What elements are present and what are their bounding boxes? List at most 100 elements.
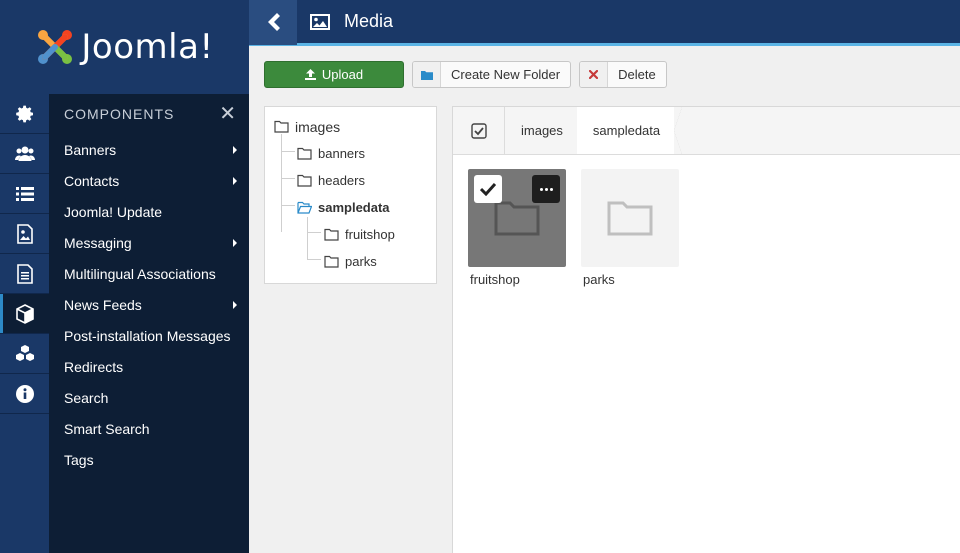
menu-item-label: Messaging	[64, 234, 132, 251]
rail-item-content[interactable]	[0, 254, 49, 294]
folder-icon	[274, 120, 289, 133]
header-bar: Media	[249, 0, 960, 46]
rail-item-components[interactable]	[0, 294, 49, 334]
menu-item-post-installation-messages[interactable]: Post-installation Messages	[49, 320, 249, 351]
caret-right-icon	[233, 300, 237, 309]
folder-tree: images banners headers sampledata fruits…	[264, 106, 437, 284]
image-icon	[310, 13, 330, 30]
media-browser: images sampledata fruitshop parks	[452, 106, 960, 553]
users-icon	[14, 146, 35, 161]
image-file-icon	[16, 223, 33, 244]
rail-item-extensions[interactable]	[0, 334, 49, 374]
gear-icon	[15, 105, 33, 122]
folder-tile-fruitshop[interactable]: fruitshop	[468, 169, 566, 287]
create-new-folder-button[interactable]: Create New Folder	[412, 61, 572, 88]
rail-item-menus[interactable]	[0, 174, 49, 214]
selected-check[interactable]	[474, 175, 502, 203]
close-icon[interactable]: ✕	[219, 104, 237, 124]
back-button[interactable]	[249, 0, 297, 45]
rail-item-system[interactable]	[0, 94, 49, 134]
icon-rail	[0, 94, 49, 553]
menu-item-label: Redirects	[64, 358, 124, 375]
delete-label: Delete	[618, 67, 656, 82]
menu-item-banners[interactable]: Banners	[49, 134, 249, 165]
menu-item-redirects[interactable]: Redirects	[49, 351, 249, 382]
folder-icon	[413, 62, 441, 87]
menu-item-label: Banners	[64, 141, 117, 158]
menu-item-label: Post-installation Messages	[64, 327, 231, 344]
page-title: Media	[344, 11, 394, 31]
menu-header: COMPONENTS ✕	[49, 94, 249, 134]
folder-icon	[324, 255, 339, 268]
folder-thumbnail[interactable]	[581, 169, 679, 267]
create-new-folder-label: Create New Folder	[451, 67, 561, 82]
tree-item-label: parks	[345, 254, 377, 269]
rail-item-media[interactable]	[0, 214, 49, 254]
breadcrumb-label: images	[521, 123, 563, 138]
ellipsis-icon	[544, 187, 548, 191]
toolbar: Upload Create New Folder Delete	[264, 61, 667, 88]
page-title-group: Media	[310, 11, 393, 32]
tree-item-images[interactable]: images	[265, 113, 436, 140]
tree-item-label: fruitshop	[345, 227, 395, 242]
menu-item-news-feeds[interactable]: News Feeds	[49, 289, 249, 320]
folder-open-icon	[297, 201, 312, 214]
menu-item-joomla-update[interactable]: Joomla! Update	[49, 196, 249, 227]
tree-item-label: sampledata	[318, 200, 390, 215]
tree-item-headers[interactable]: headers	[265, 167, 436, 194]
tree-item-banners[interactable]: banners	[265, 140, 436, 167]
breadcrumb-item-images[interactable]: images	[505, 107, 585, 154]
tree-item-label: banners	[318, 146, 365, 161]
folder-name: parks	[583, 272, 615, 287]
upload-button[interactable]: Upload	[264, 61, 404, 88]
menu-item-label: Search	[64, 389, 109, 406]
menu-item-label: Tags	[64, 451, 94, 468]
tree-item-label: headers	[318, 173, 365, 188]
menu-item-messaging[interactable]: Messaging	[49, 227, 249, 258]
menu-item-label: News Feeds	[64, 296, 142, 313]
menu-item-tags[interactable]: Tags	[49, 444, 249, 475]
menu-item-smart-search[interactable]: Smart Search	[49, 413, 249, 444]
info-icon	[15, 384, 34, 403]
joomla-logo-icon	[38, 30, 73, 64]
menu-item-multilingual-associations[interactable]: Multilingual Associations	[49, 258, 249, 289]
joomla-logo[interactable]: Joomla!	[0, 0, 249, 94]
tree-item-parks[interactable]: parks	[265, 248, 436, 275]
ellipsis-icon	[549, 187, 553, 191]
caret-right-icon	[233, 145, 237, 154]
caret-right-icon	[233, 176, 237, 185]
cubes-icon	[15, 344, 34, 361]
ellipsis-icon	[539, 187, 543, 191]
menu-item-contacts[interactable]: Contacts	[49, 165, 249, 196]
check-square-icon	[470, 122, 487, 139]
chevron-left-icon	[268, 12, 280, 31]
menu-item-label: Multilingual Associations	[64, 265, 216, 282]
rail-item-help[interactable]	[0, 374, 49, 414]
menu-item-search[interactable]: Search	[49, 382, 249, 413]
upload-icon	[304, 69, 316, 80]
components-menu: COMPONENTS ✕ Banners Contacts Joomla! Up…	[49, 94, 249, 553]
caret-right-icon	[233, 238, 237, 247]
more-actions-button[interactable]	[532, 175, 560, 203]
folder-thumbnail[interactable]	[468, 169, 566, 267]
cube-icon	[15, 303, 34, 324]
tree-item-fruitshop[interactable]: fruitshop	[265, 221, 436, 248]
file-grid: fruitshop parks	[468, 169, 679, 287]
folder-icon	[297, 174, 312, 187]
delete-icon	[580, 62, 609, 87]
folder-name: fruitshop	[470, 272, 520, 287]
folder-tile-parks[interactable]: parks	[581, 169, 679, 287]
delete-button[interactable]: Delete	[579, 61, 667, 88]
menu-item-label: Smart Search	[64, 420, 150, 437]
breadcrumb-item-sampledata[interactable]: sampledata	[576, 107, 683, 154]
brand-name: Joomla!	[81, 27, 214, 67]
document-icon	[16, 263, 33, 284]
folder-icon	[607, 201, 653, 236]
tree-item-label: images	[295, 118, 341, 135]
check-icon	[480, 182, 496, 196]
folder-icon	[324, 228, 339, 241]
select-all-toggle[interactable]	[453, 107, 505, 154]
breadcrumb: images sampledata	[453, 107, 960, 155]
tree-item-sampledata[interactable]: sampledata	[265, 194, 436, 221]
rail-item-users[interactable]	[0, 134, 49, 174]
